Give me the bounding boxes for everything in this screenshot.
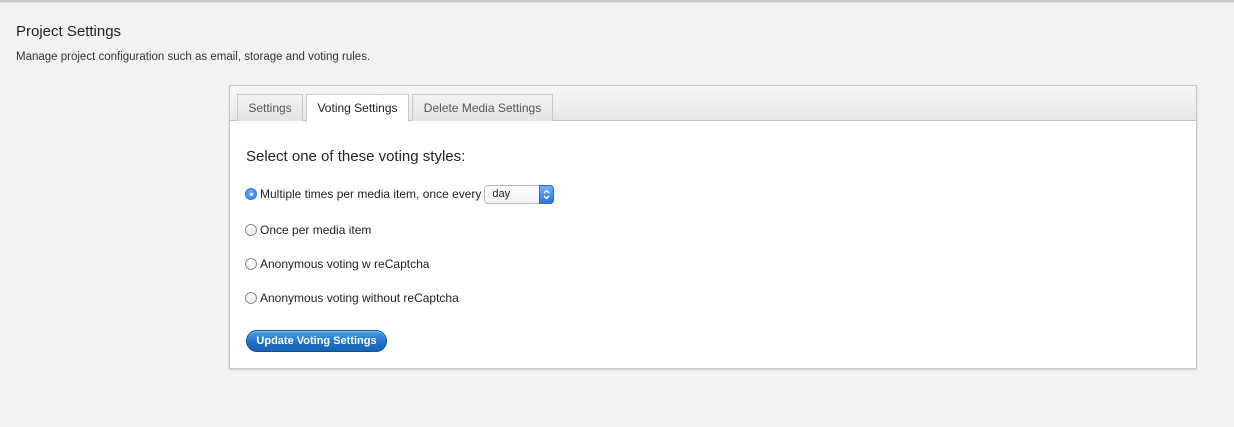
frequency-select[interactable]: day <box>484 184 555 204</box>
page-subtitle: Manage project configuration such as ema… <box>16 51 371 63</box>
top-divider <box>0 0 1234 3</box>
tab-settings[interactable]: Settings <box>237 94 303 121</box>
radio-anon-with-recaptcha[interactable] <box>245 258 257 270</box>
tab-voting-settings[interactable]: Voting Settings <box>306 94 409 122</box>
option-label-anon-no-recaptcha: Anonymous voting without reCaptcha <box>260 291 459 305</box>
option-label-once: Once per media item <box>260 223 372 237</box>
voting-option-multiple: Multiple times per media item, once ever… <box>245 184 555 204</box>
update-voting-settings-button[interactable]: Update Voting Settings <box>246 330 387 352</box>
option-label-multiple: Multiple times per media item, once ever… <box>260 187 482 201</box>
radio-anon-without-recaptcha[interactable] <box>245 292 257 304</box>
page-title: Project Settings <box>16 23 122 40</box>
settings-panel: Settings Voting Settings Delete Media Se… <box>229 85 1197 369</box>
voting-option-anon-no-recaptcha: Anonymous voting without reCaptcha <box>245 289 459 307</box>
tab-bar: Settings Voting Settings Delete Media Se… <box>230 86 1196 122</box>
radio-multiple-times[interactable] <box>245 188 257 200</box>
option-label-anon-recaptcha: Anonymous voting w reCaptcha <box>260 257 430 271</box>
radio-once-per-item[interactable] <box>245 224 257 236</box>
voting-option-once: Once per media item <box>245 221 371 239</box>
up-down-chevron-icon <box>539 184 555 204</box>
voting-option-anon-recaptcha: Anonymous voting w reCaptcha <box>245 255 429 273</box>
tab-delete-media-settings[interactable]: Delete Media Settings <box>412 94 553 121</box>
voting-styles-heading: Select one of these voting styles: <box>246 148 466 165</box>
frequency-select-value: day <box>492 187 511 200</box>
